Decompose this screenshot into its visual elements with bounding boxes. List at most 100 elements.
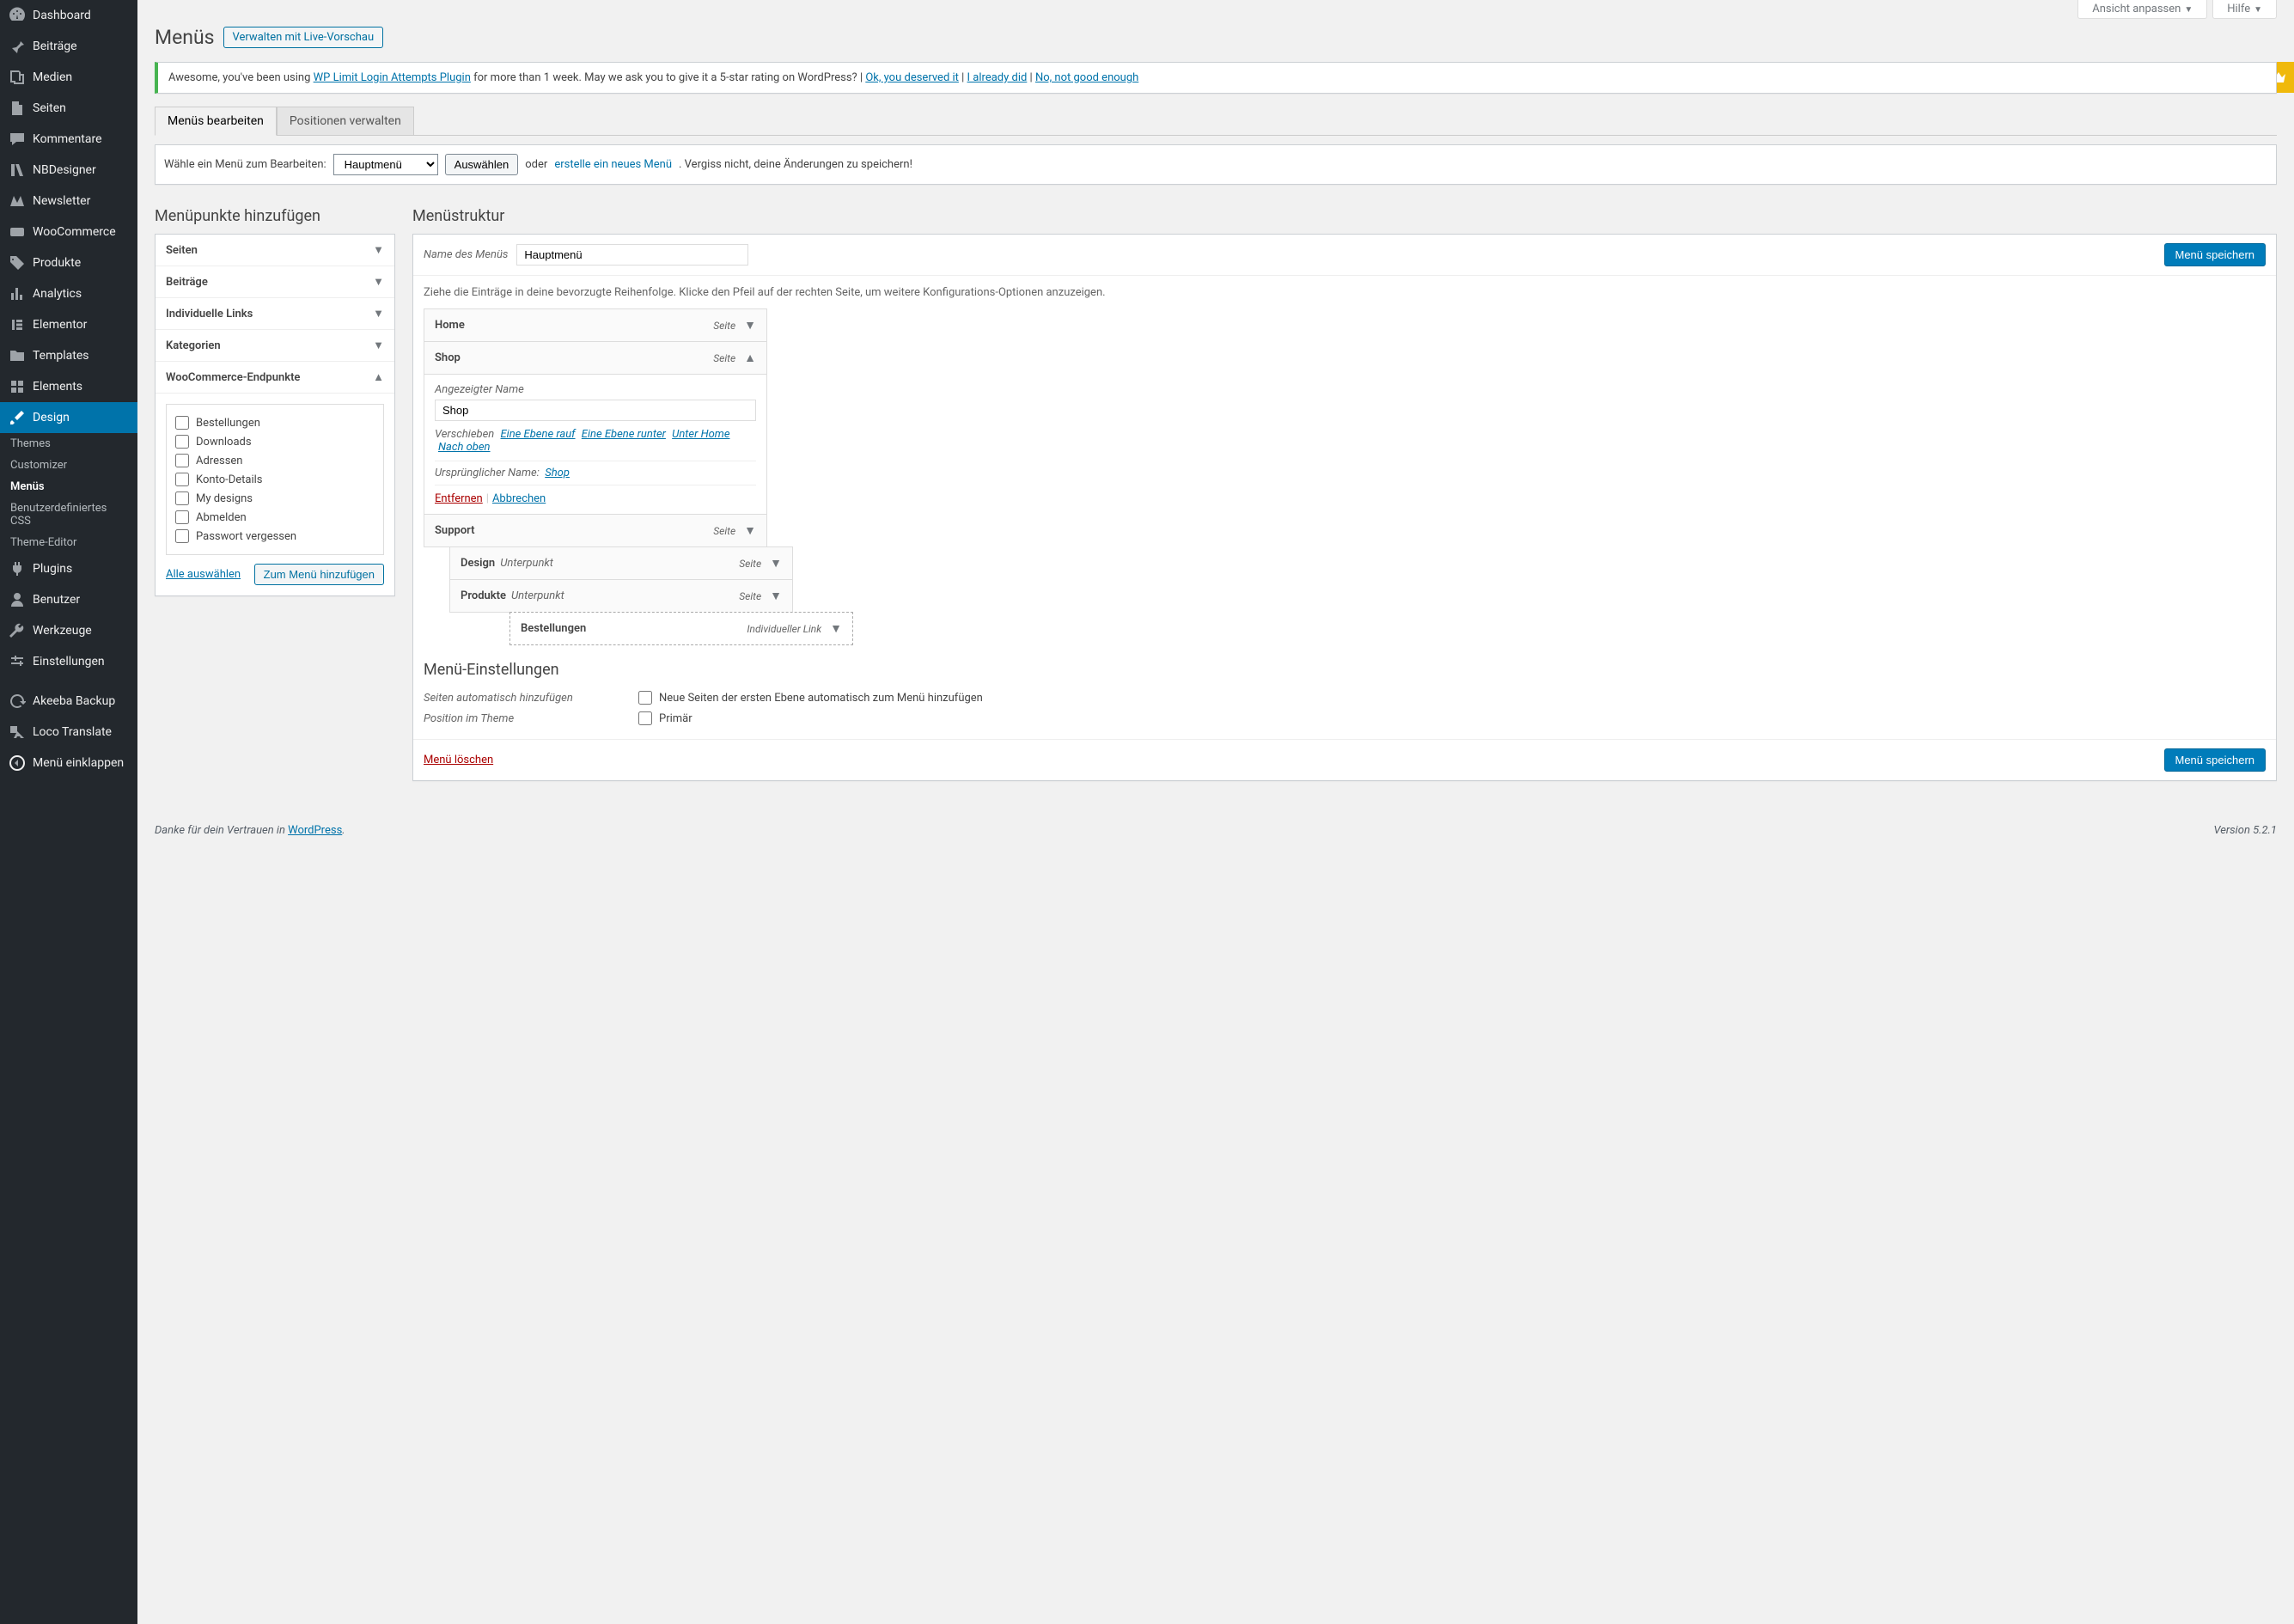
- section-woo-endpoints[interactable]: WooCommerce-Endpunkte▲: [156, 361, 394, 393]
- page-icon: [9, 100, 26, 117]
- sidebar-item-elements[interactable]: Elements: [0, 371, 137, 402]
- sidebar-item-plugins[interactable]: Plugins: [0, 553, 137, 584]
- sidebar-item-elementor[interactable]: Elementor: [0, 309, 137, 340]
- move-under-link[interactable]: Unter Home: [672, 428, 729, 441]
- sidebar-item-templates[interactable]: Templates: [0, 340, 137, 371]
- checklist-item[interactable]: Abmelden: [175, 508, 375, 527]
- remove-item-link[interactable]: Entfernen: [435, 492, 483, 505]
- checklist-item[interactable]: Bestellungen: [175, 413, 375, 432]
- caret-down-icon[interactable]: ▼: [744, 318, 756, 333]
- original-link[interactable]: Shop: [545, 467, 570, 479]
- checklist-item[interactable]: Adressen: [175, 451, 375, 470]
- caret-down-icon[interactable]: ▼: [770, 589, 782, 603]
- display-name-input[interactable]: [435, 400, 756, 421]
- sidebar-item-design[interactable]: Design: [0, 402, 137, 433]
- menu-item-design[interactable]: DesignUnterpunktSeite▼: [449, 546, 2266, 580]
- sidebar-item-pages[interactable]: Seiten: [0, 93, 137, 124]
- caret-down-icon[interactable]: ▼: [744, 523, 756, 538]
- checklist-item[interactable]: My designs: [175, 489, 375, 508]
- section-custom-links[interactable]: Individuelle Links▼: [156, 297, 394, 329]
- menu-item-shop[interactable]: ShopSeite▲ Angezeigter Name Verschieben …: [424, 341, 2266, 515]
- sidebar-item-dashboard[interactable]: Dashboard: [0, 0, 137, 31]
- submenu-menus[interactable]: Menüs: [0, 476, 137, 498]
- endpoint-checkbox[interactable]: [175, 454, 189, 467]
- submenu-custom-css[interactable]: Benutzerdefiniertes CSS: [0, 498, 137, 532]
- comment-icon: [9, 131, 26, 148]
- manage-live-preview-button[interactable]: Verwalten mit Live-Vorschau: [223, 27, 384, 48]
- wrench-icon: [9, 622, 26, 639]
- sidebar-item-tools[interactable]: Werkzeuge: [0, 615, 137, 646]
- menu-name-input[interactable]: [516, 244, 748, 266]
- caret-up-icon[interactable]: ▲: [744, 351, 756, 365]
- endpoint-checkbox[interactable]: [175, 473, 189, 486]
- sidebar-item-users[interactable]: Benutzer: [0, 584, 137, 615]
- menu-select[interactable]: Hauptmenü: [333, 154, 438, 175]
- notice-ok-link[interactable]: Ok, you deserved it: [865, 71, 959, 84]
- endpoint-checkbox[interactable]: [175, 435, 189, 449]
- submenu-customizer[interactable]: Customizer: [0, 455, 137, 476]
- add-items-accordion: Seiten▼ Beiträge▼ Individuelle Links▼ Ka…: [155, 234, 395, 596]
- endpoint-checkbox[interactable]: [175, 510, 189, 524]
- select-menu-button[interactable]: Auswählen: [445, 154, 519, 175]
- wordpress-link[interactable]: WordPress: [288, 824, 342, 837]
- folder-icon: [9, 347, 26, 364]
- menu-item-home[interactable]: HomeSeite▼: [424, 308, 2266, 342]
- sidebar-item-settings[interactable]: Einstellungen: [0, 646, 137, 677]
- notice-already-link[interactable]: I already did: [967, 71, 1028, 84]
- cancel-item-link[interactable]: Abbrechen: [492, 492, 546, 505]
- help-toggle[interactable]: Hilfe▼: [2212, 0, 2277, 19]
- theme-position-checkbox[interactable]: [638, 711, 652, 725]
- delete-menu-link[interactable]: Menü löschen: [424, 754, 493, 766]
- endpoint-checkbox[interactable]: [175, 491, 189, 505]
- endpoint-checkbox[interactable]: [175, 529, 189, 543]
- notice-plugin-link[interactable]: WP Limit Login Attempts Plugin: [314, 71, 471, 84]
- sidebar-collapse[interactable]: Menü einklappen: [0, 748, 137, 778]
- save-menu-button-bottom[interactable]: Menü speichern: [2164, 748, 2267, 772]
- menu-header: Name des Menüs Menü speichern: [413, 235, 2276, 276]
- woo-endpoints-body: Bestellungen Downloads Adressen Konto-De…: [156, 393, 394, 595]
- screen-options-toggle[interactable]: Ansicht anpassen▼: [2077, 0, 2207, 19]
- submenu-themes[interactable]: Themes: [0, 433, 137, 455]
- checklist-item[interactable]: Downloads: [175, 432, 375, 451]
- sidebar-item-newsletter[interactable]: Newsletter: [0, 186, 137, 217]
- sidebar-item-comments[interactable]: Kommentare: [0, 124, 137, 155]
- checklist-item[interactable]: Passwort vergessen: [175, 527, 375, 546]
- sidebar-item-posts[interactable]: Beiträge: [0, 31, 137, 62]
- caret-up-icon: ▲: [373, 370, 384, 384]
- chart-icon: [9, 285, 26, 302]
- sidebar-item-analytics[interactable]: Analytics: [0, 278, 137, 309]
- menu-item-produkte[interactable]: ProdukteUnterpunktSeite▼: [449, 579, 2266, 613]
- notice-no-link[interactable]: No, not good enough: [1035, 71, 1138, 84]
- theme-position-checkbox-label[interactable]: Primär: [638, 711, 692, 725]
- tab-edit-menus[interactable]: Menüs bearbeiten: [155, 107, 277, 136]
- add-to-menu-button[interactable]: Zum Menü hinzufügen: [254, 564, 384, 585]
- tag-icon: [9, 254, 26, 272]
- plug-icon: [9, 560, 26, 577]
- create-new-menu-link[interactable]: erstelle ein neues Menü: [554, 158, 672, 171]
- tab-manage-locations[interactable]: Positionen verwalten: [277, 107, 414, 135]
- submenu-theme-editor[interactable]: Theme-Editor: [0, 532, 137, 553]
- select-all-link[interactable]: Alle auswählen: [166, 568, 241, 581]
- auto-add-row: Seiten automatisch hinzufügen Neue Seite…: [424, 687, 2266, 708]
- sidebar-item-woocommerce[interactable]: WooCommerce: [0, 217, 137, 247]
- sidebar-item-media[interactable]: Medien: [0, 62, 137, 93]
- auto-add-checkbox[interactable]: [638, 691, 652, 705]
- move-top-link[interactable]: Nach oben: [438, 441, 491, 454]
- sidebar-item-products[interactable]: Produkte: [0, 247, 137, 278]
- caret-down-icon[interactable]: ▼: [830, 621, 842, 636]
- sidebar-item-nbdesigner[interactable]: NBDesigner: [0, 155, 137, 186]
- move-up-link[interactable]: Eine Ebene rauf: [500, 428, 575, 441]
- endpoint-checkbox[interactable]: [175, 416, 189, 430]
- section-posts[interactable]: Beiträge▼: [156, 266, 394, 297]
- menu-item-bestellungen-dragging[interactable]: BestellungenIndividueller Link▼: [509, 612, 2266, 645]
- move-down-link[interactable]: Eine Ebene runter: [582, 428, 666, 441]
- section-categories[interactable]: Kategorien▼: [156, 329, 394, 361]
- save-menu-button-top[interactable]: Menü speichern: [2164, 243, 2267, 266]
- auto-add-checkbox-label[interactable]: Neue Seiten der ersten Ebene automatisch…: [638, 691, 983, 705]
- checklist-item[interactable]: Konto-Details: [175, 470, 375, 489]
- caret-down-icon[interactable]: ▼: [770, 556, 782, 571]
- sidebar-item-akeeba[interactable]: Akeeba Backup: [0, 686, 137, 717]
- section-pages[interactable]: Seiten▼: [156, 235, 394, 266]
- menu-item-support[interactable]: SupportSeite▼: [424, 514, 2266, 547]
- sidebar-item-loco[interactable]: Loco Translate: [0, 717, 137, 748]
